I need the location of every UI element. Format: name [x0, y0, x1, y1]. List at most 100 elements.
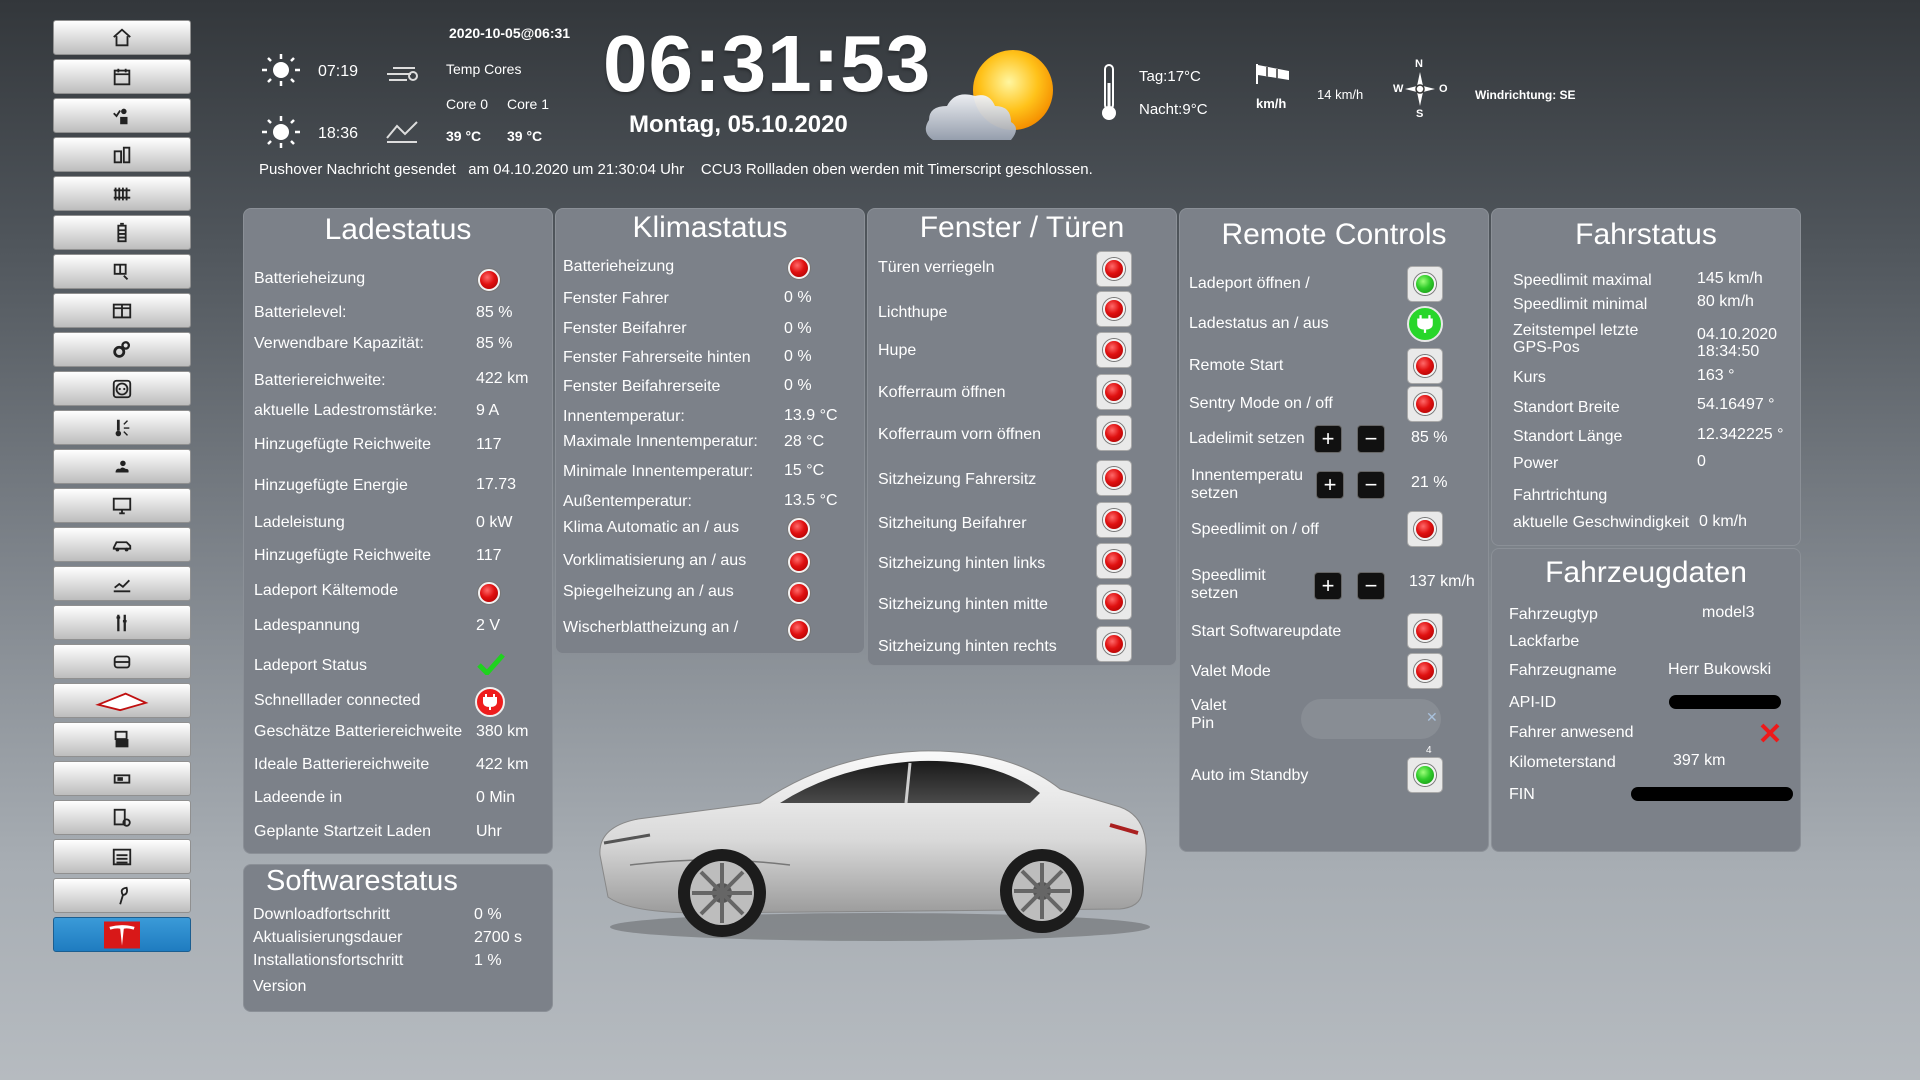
nav-weather-button[interactable]	[53, 449, 191, 484]
valet-mode-status-dot	[1414, 660, 1436, 682]
nav-meter-button[interactable]	[53, 137, 191, 172]
temp-cores-label: Temp Cores	[446, 61, 522, 77]
socket-icon	[112, 379, 132, 398]
nav-car-button[interactable]	[53, 527, 191, 562]
seat-heat-driver-button[interactable]	[1096, 460, 1132, 496]
nav-chart-button[interactable]	[53, 566, 191, 601]
ladestatus-row-15-value: 0 Min	[476, 789, 516, 806]
klimastatus-row-11-status-dot[interactable]	[788, 582, 810, 604]
klimastatus-row-3-value: 0 %	[784, 348, 812, 365]
nav-roof-button[interactable]	[53, 683, 191, 718]
window-icon	[113, 263, 129, 280]
open-trunk-button[interactable]	[1096, 374, 1132, 410]
valet-mode-button[interactable]	[1407, 653, 1443, 689]
speedlimit-label-line1: Speedlimit	[1191, 567, 1266, 584]
speedlimit-onoff-label: Speedlimit on / off	[1191, 521, 1319, 538]
horn-status-dot	[1103, 339, 1125, 361]
fahrzeugdaten-row-5-value: 397 km	[1673, 752, 1726, 769]
fahrzeugdaten-row-0-label: Fahrzeugtyp	[1509, 606, 1598, 623]
nav-gears-button[interactable]	[53, 332, 191, 367]
standby-status-dot	[1414, 764, 1436, 786]
nav-window-button[interactable]	[53, 254, 191, 289]
calendar-icon	[113, 68, 131, 85]
flash-lights-button[interactable]	[1096, 291, 1132, 327]
seat-heat-rear-right-button[interactable]	[1096, 626, 1132, 662]
fenster-row-5-label: Sitzheizung Fahrersitz	[878, 471, 1037, 488]
remote-start-button[interactable]	[1407, 348, 1443, 384]
flash-lights-status-dot	[1103, 298, 1125, 320]
fahrzeugdaten-title: Fahrzeugdaten	[1545, 556, 1747, 589]
nav-vehicle-button[interactable]	[53, 644, 191, 679]
klimastatus-row-7-value: 15 °C	[784, 462, 825, 479]
valet-pin-label-line2: Pin	[1191, 715, 1215, 732]
seat-heat-rear-right-status-dot	[1103, 633, 1125, 655]
ladeport-open-button[interactable]	[1407, 266, 1443, 302]
klimastatus-row-12-status-dot[interactable]	[788, 619, 810, 641]
open-frunk-button[interactable]	[1096, 415, 1132, 451]
nav-garage-button[interactable]	[53, 839, 191, 874]
fahrzeugdaten-row-2-value: Herr Bukowski	[1668, 661, 1772, 678]
speedlimit-toggle-button[interactable]	[1407, 511, 1443, 547]
fahrzeugdaten-row-3-label: API-ID	[1509, 694, 1557, 711]
fahrzeugdaten-row-0-value: model3	[1702, 604, 1755, 621]
ladestatus-row-10-value: 2 V	[476, 617, 501, 634]
fahrstatus-row-1-label: Speedlimit minimal	[1513, 296, 1648, 313]
speedlimit-minus-button[interactable]: −	[1357, 572, 1385, 600]
ladestatus-title: Ladestatus	[324, 213, 472, 246]
fahrzeugdaten-row-2-label: Fahrzeugname	[1509, 662, 1617, 679]
nav-split-window-button[interactable]	[53, 293, 191, 328]
printer-icon	[114, 730, 129, 747]
ladelimit-plus-button[interactable]: +	[1314, 425, 1342, 453]
softwareupdate-button[interactable]	[1407, 613, 1443, 649]
fenster-row-1-label: Lichthupe	[878, 304, 948, 321]
klimastatus-row-9-status-dot[interactable]	[788, 518, 810, 540]
klimastatus-row-0-status-dot[interactable]	[788, 257, 810, 279]
news-ticker: Pushover Nachricht gesendet am 04.10.202…	[259, 161, 1093, 178]
charge-toggle-button[interactable]	[1407, 306, 1443, 342]
sentry-button[interactable]	[1407, 386, 1443, 422]
core0-value: 39 °C	[446, 128, 482, 144]
nav-radiator-button[interactable]	[53, 176, 191, 211]
ladestatus-row-9-status-dot[interactable]	[478, 582, 500, 604]
nav-calendar-button[interactable]	[53, 59, 191, 94]
seat-heat-rear-center-button[interactable]	[1096, 584, 1132, 620]
klimastatus-row-2-value: 0 %	[784, 320, 812, 337]
seat-heat-rear-center-status-dot	[1103, 591, 1125, 613]
ladelimit-minus-button[interactable]: −	[1357, 425, 1385, 453]
innentemp-minus-button[interactable]: −	[1357, 471, 1385, 499]
plug-icon	[483, 694, 497, 710]
klimastatus-panel: Klimastatus Batterieheizung Fenster Fahr…	[555, 208, 865, 654]
seat-heat-passenger-button[interactable]	[1096, 502, 1132, 538]
horn-button[interactable]	[1096, 332, 1132, 368]
ladestatus-row-5-value: 117	[476, 436, 502, 453]
nav-tools-button[interactable]	[53, 605, 191, 640]
lock-doors-button[interactable]	[1096, 251, 1132, 287]
nav-thermometer-button[interactable]	[53, 410, 191, 445]
fahrstatus-row-2-value: 04.10.2020 18:34:50	[1697, 326, 1778, 360]
nav-tesla-button[interactable]	[53, 917, 191, 952]
nav-battery-button[interactable]	[53, 215, 191, 250]
innentemp-plus-button[interactable]: +	[1316, 471, 1344, 499]
nav-monitor-button[interactable]	[53, 488, 191, 523]
ladestatus-row-0-status-dot[interactable]	[478, 269, 500, 291]
nav-socket-button[interactable]	[53, 371, 191, 406]
ladestatus-row-3-value: 422 km	[476, 370, 529, 387]
nav-device-button[interactable]	[53, 761, 191, 796]
meter-icon	[113, 146, 131, 163]
klimastatus-row-10-status-dot[interactable]	[788, 551, 810, 573]
home-icon	[113, 28, 131, 46]
speedlimit-plus-button[interactable]: +	[1314, 572, 1342, 600]
nav-home-button[interactable]	[53, 20, 191, 55]
nav-printer-button[interactable]	[53, 722, 191, 757]
nav-person-button[interactable]	[53, 98, 191, 133]
standby-button[interactable]	[1407, 757, 1443, 793]
thermometer-icon	[1102, 64, 1116, 120]
clear-icon[interactable]: ✕	[1426, 709, 1438, 726]
fahrstatus-panel: Fahrstatus Speedlimit maximal 145 km/h S…	[1491, 208, 1801, 546]
nav-document-button[interactable]	[53, 800, 191, 835]
nav-plant-button[interactable]	[53, 878, 191, 913]
seat-heat-rear-left-button[interactable]	[1096, 543, 1132, 579]
ladestatus-row-8-value: 117	[476, 547, 502, 564]
klimastatus-row-6-label: Maximale Innentemperatur:	[563, 433, 758, 450]
valet-pin-input[interactable]	[1301, 699, 1441, 739]
